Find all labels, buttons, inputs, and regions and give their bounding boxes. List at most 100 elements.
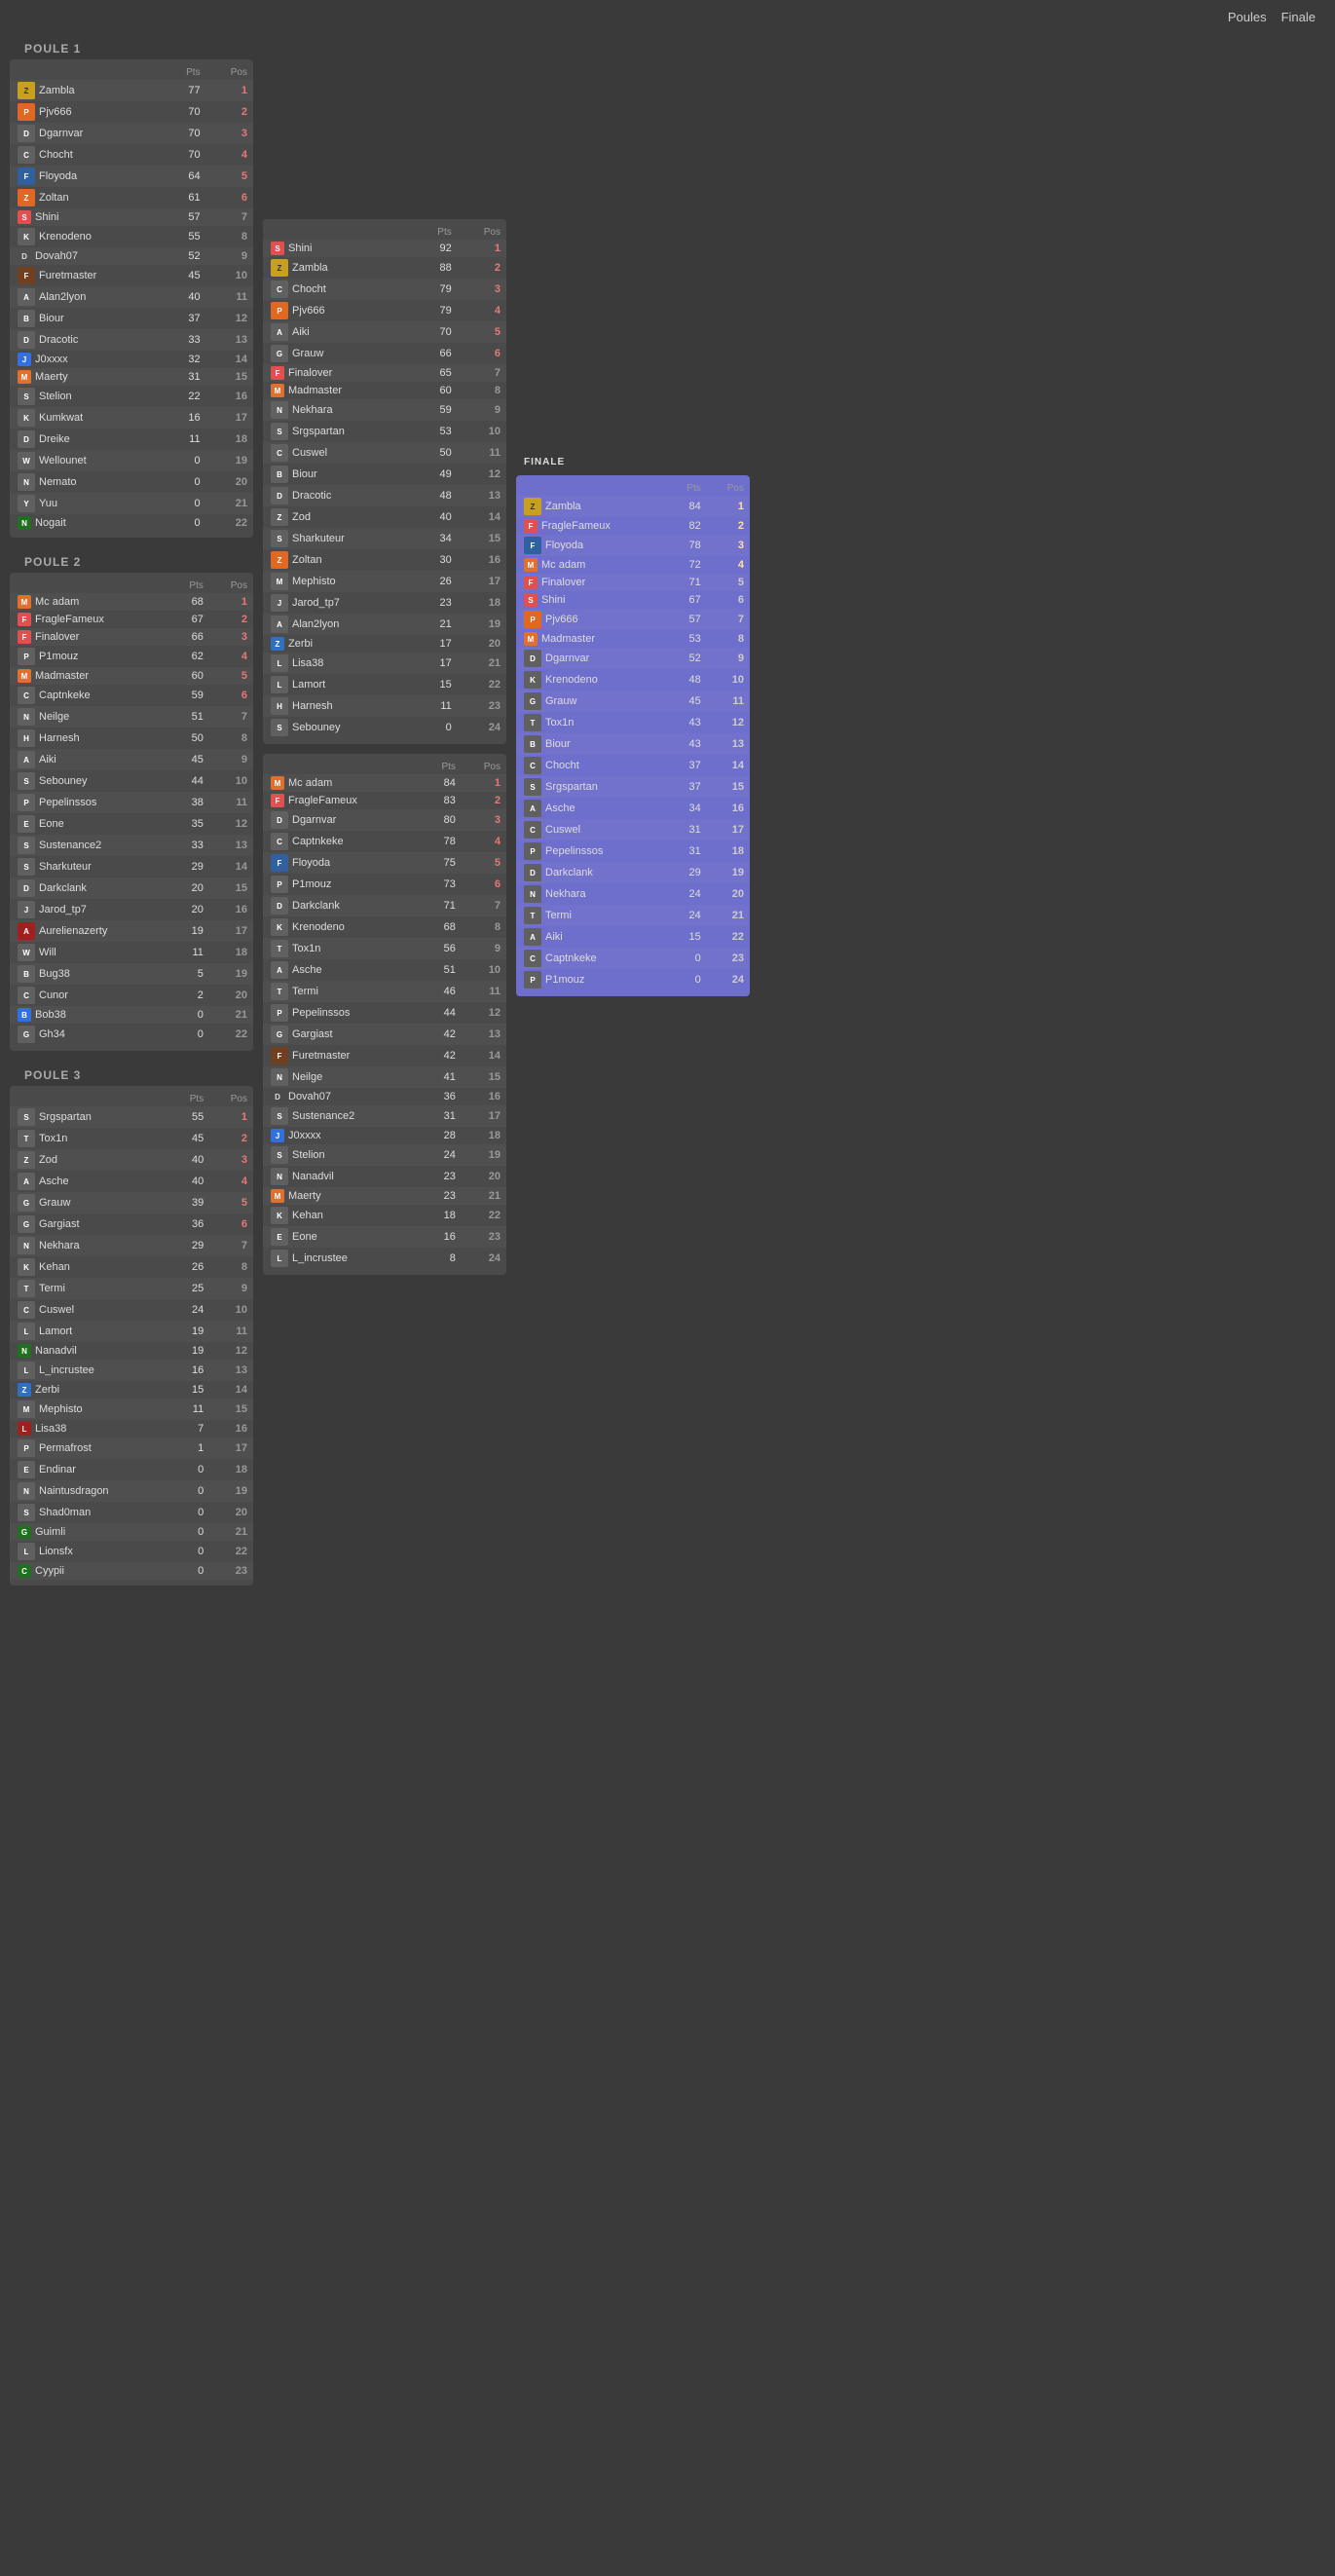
- avatar: A: [524, 928, 541, 946]
- player-cell: PPepelinssos: [10, 792, 169, 813]
- table-row: PPepelinssos4412: [263, 1002, 506, 1024]
- avatar: P: [524, 842, 541, 860]
- player-name: Kumkwat: [39, 412, 83, 424]
- player-pos: 18: [458, 592, 506, 614]
- player-cell: PPepelinssos: [263, 1002, 421, 1024]
- player-pos: 20: [707, 883, 750, 905]
- avatar: A: [271, 616, 288, 633]
- player-pts: 70: [164, 101, 206, 123]
- avatar: D: [271, 811, 288, 829]
- player-name: Tox1n: [292, 943, 320, 954]
- player-pts: 0: [413, 717, 457, 738]
- player-cell: SShini: [10, 208, 164, 226]
- player-pos: 19: [707, 862, 750, 883]
- table-row: JJ0xxxx2818: [263, 1127, 506, 1144]
- player-pos: 13: [206, 329, 253, 351]
- player-cell: BBob38: [10, 1006, 169, 1024]
- avatar: K: [18, 228, 35, 245]
- player-name: Zambla: [39, 85, 75, 96]
- player-cell: SShad0man: [10, 1502, 170, 1523]
- player-pos: 17: [209, 920, 253, 942]
- player-pts: 61: [164, 187, 206, 208]
- avatar: T: [524, 907, 541, 924]
- player-pts: 84: [421, 774, 462, 792]
- player-pos: 22: [206, 514, 253, 532]
- player-cell: NNaintusdragon: [10, 1480, 170, 1502]
- player-pos: 12: [209, 1342, 253, 1360]
- demi1-header-pos: Pos: [458, 225, 506, 240]
- player-cell: GGargiast: [10, 1213, 170, 1235]
- player-pts: 24: [421, 1144, 462, 1166]
- player-name: Furetmaster: [292, 1050, 350, 1062]
- player-name: Shini: [35, 211, 58, 223]
- player-name: Captnkeke: [545, 952, 597, 964]
- player-pts: 35: [169, 813, 209, 835]
- player-pts: 45: [668, 691, 707, 712]
- avatar: Y: [18, 495, 35, 512]
- player-pos: 1: [462, 774, 506, 792]
- player-cell: CCuswel: [516, 819, 668, 840]
- player-pos: 11: [206, 286, 253, 308]
- player-name: J0xxxx: [35, 354, 68, 365]
- player-pts: 52: [668, 648, 707, 669]
- player-name: Eone: [39, 818, 64, 830]
- table-row: MMadmaster608: [263, 382, 506, 399]
- player-pos: 18: [206, 429, 253, 450]
- player-pts: 59: [169, 685, 209, 706]
- avatar: A: [271, 961, 288, 979]
- table-row: SSustenance23117: [263, 1105, 506, 1127]
- player-pts: 51: [169, 706, 209, 728]
- player-pos: 23: [209, 1562, 253, 1580]
- player-pos: 7: [209, 1235, 253, 1256]
- finale-tab[interactable]: Finale: [1281, 10, 1316, 24]
- player-pts: 78: [421, 831, 462, 852]
- player-pts: 0: [164, 450, 206, 471]
- player-pos: 4: [707, 556, 750, 574]
- table-row: JJ0xxxx3214: [10, 351, 253, 368]
- player-pts: 45: [164, 265, 206, 286]
- player-name: Dgarnvar: [545, 653, 589, 664]
- avatar: P: [18, 103, 35, 121]
- player-cell: BBiour: [263, 464, 413, 485]
- table-row: DDracotic3313: [10, 329, 253, 351]
- avatar: G: [271, 1026, 288, 1043]
- player-name: Biour: [292, 468, 317, 480]
- poule3-table: Pts Pos SSrgspartan551TTox1n452ZZod403AA…: [10, 1092, 253, 1580]
- player-pos: 14: [209, 1381, 253, 1399]
- player-pos: 20: [209, 985, 253, 1006]
- table-row: ZZod403: [10, 1149, 253, 1171]
- player-name: Zambla: [292, 262, 328, 274]
- table-row: CCunor220: [10, 985, 253, 1006]
- avatar: P: [18, 648, 35, 665]
- player-pos: 19: [209, 1480, 253, 1502]
- table-row: SSrgspartan3715: [516, 776, 750, 798]
- player-name: Madmaster: [288, 385, 342, 396]
- player-pos: 22: [209, 1024, 253, 1045]
- table-row: FFloyoda645: [10, 166, 253, 187]
- player-name: Nekhara: [545, 888, 586, 900]
- table-row: NNeilge517: [10, 706, 253, 728]
- avatar: E: [271, 1228, 288, 1246]
- table-row: KKehan268: [10, 1256, 253, 1278]
- player-pts: 11: [169, 942, 209, 963]
- player-cell: SShini: [263, 240, 413, 257]
- table-row: LLisa381721: [263, 653, 506, 674]
- avatar: G: [18, 1215, 35, 1233]
- finale-header-pos: Pos: [707, 481, 750, 496]
- player-pos: 10: [458, 421, 506, 442]
- player-pos: 13: [209, 835, 253, 856]
- table-row: ZZerbi1514: [10, 1381, 253, 1399]
- avatar: A: [18, 751, 35, 768]
- player-cell: CCyypii: [10, 1562, 170, 1580]
- poules-tab[interactable]: Poules: [1228, 10, 1267, 24]
- player-pos: 15: [209, 1399, 253, 1420]
- poule1-table-container: Pts Pos ZZambla771PPjv666702DDgarnvar703…: [10, 59, 253, 538]
- table-row: FFinalover657: [263, 364, 506, 382]
- table-row: PPjv666577: [516, 609, 750, 630]
- table-row: GGuimli021: [10, 1523, 253, 1541]
- player-name: Finalover: [288, 367, 332, 379]
- table-row: KKrenodeno688: [263, 916, 506, 938]
- player-badge: N: [18, 1344, 31, 1358]
- player-pts: 15: [668, 926, 707, 948]
- player-pts: 70: [164, 144, 206, 166]
